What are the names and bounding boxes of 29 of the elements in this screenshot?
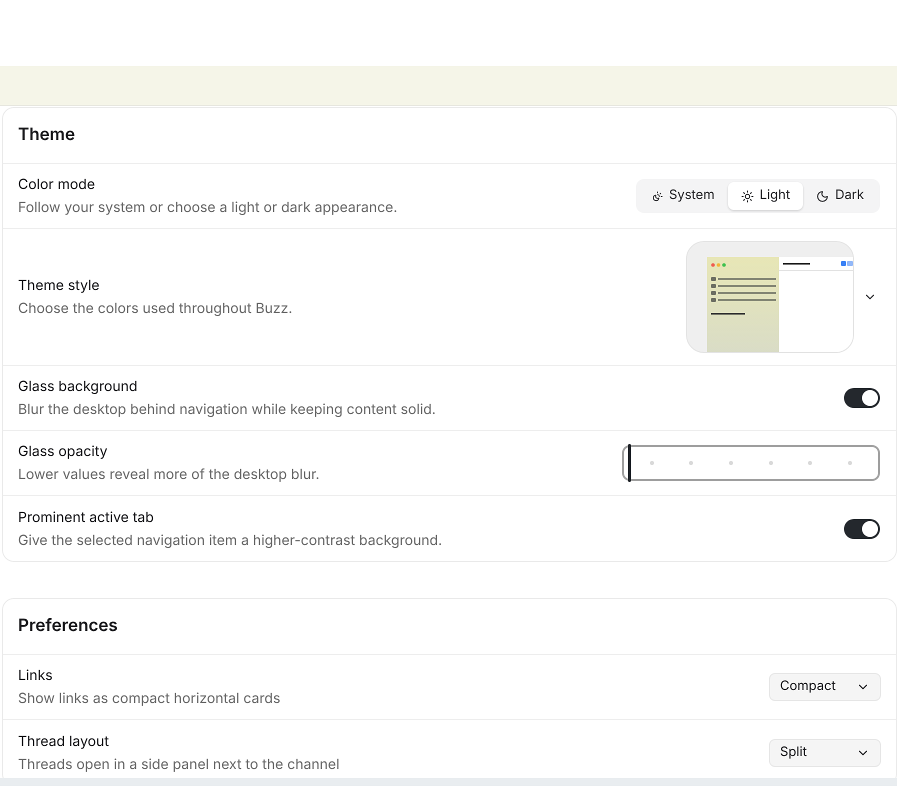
setting-label: Glass background bbox=[18, 377, 138, 397]
setting-description: Follow your system or choose a light or dark appearance. bbox=[18, 198, 398, 218]
opacity-slider[interactable] bbox=[622, 445, 880, 481]
color-mode-option[interactable]: Light bbox=[728, 182, 804, 210]
setting-description: Give the selected navigation item a higher-contrast background. bbox=[18, 530, 442, 550]
setting-label: Prominent active tab bbox=[18, 508, 155, 528]
system-icon bbox=[652, 190, 664, 202]
setting-description: Blur the desktop behind navigation while keeping content solid. bbox=[18, 400, 436, 420]
setting-label: Thread layout bbox=[18, 732, 110, 752]
setting-label: Glass opacity bbox=[18, 442, 108, 462]
setting-label: Color mode bbox=[18, 175, 96, 195]
sun-icon bbox=[740, 190, 754, 202]
toggle-switch[interactable] bbox=[844, 518, 880, 538]
setting-description: Show links as compact horizontal cards bbox=[18, 689, 280, 709]
toggle-switch[interactable] bbox=[844, 388, 880, 408]
theme-preview[interactable] bbox=[686, 241, 854, 353]
dropdown-select[interactable]: Compact bbox=[769, 673, 881, 701]
setting-description: Lower values reveal more of the desktop blur. bbox=[18, 465, 320, 485]
setting-label: Links bbox=[18, 666, 54, 686]
setting-description: Choose the colors used throughout Buzz. bbox=[18, 299, 292, 319]
section-title: Preferences bbox=[18, 614, 118, 638]
color-mode-option[interactable]: System bbox=[639, 182, 728, 210]
section-title: Theme bbox=[18, 124, 76, 147]
setting-description: Threads open in a side panel next to the channel bbox=[18, 754, 340, 774]
moon-icon bbox=[816, 190, 830, 202]
dropdown-select[interactable]: Split bbox=[769, 738, 881, 766]
color-mode-option[interactable]: Dark bbox=[803, 182, 877, 210]
setting-label: Theme style bbox=[18, 276, 101, 296]
slider-thumb[interactable] bbox=[628, 444, 631, 482]
